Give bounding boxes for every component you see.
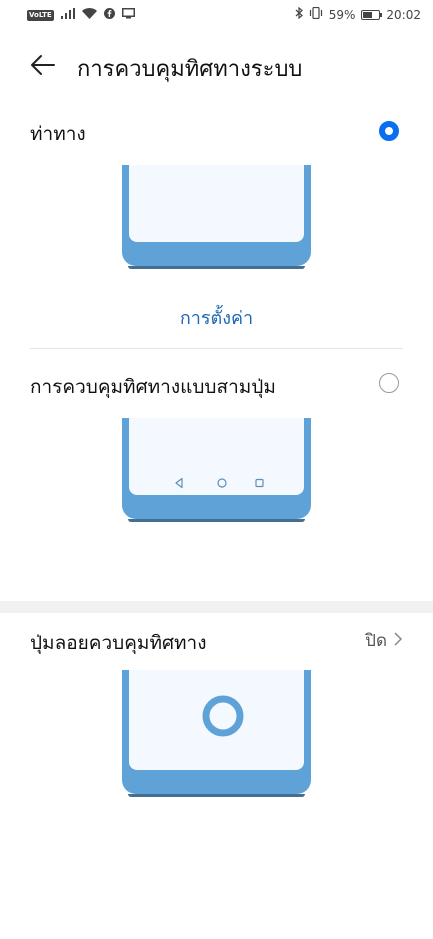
floating-dock-value: ปิด: [365, 631, 387, 651]
floating-dock-illustration: [122, 670, 311, 797]
back-arrow-icon[interactable]: [30, 52, 56, 78]
page-title: การควบคุมทิศทางระบบ: [77, 57, 303, 82]
screen-icon: [121, 8, 135, 22]
signal-icon: [60, 8, 75, 22]
divider: [30, 348, 403, 349]
section-gap: [0, 601, 433, 613]
gesture-illustration: [122, 165, 311, 269]
floating-dock-button-icon: [202, 695, 244, 737]
chevron-right-icon: [393, 631, 403, 646]
status-bar: VoLTE 59% 20:02: [0, 0, 433, 30]
nav-home-icon: [217, 478, 227, 488]
battery-percent: 59%: [328, 7, 356, 22]
option-three-key-label: การควบคุมทิศทางแบบสามปุ่ม: [30, 376, 276, 398]
wifi-icon: [81, 8, 97, 22]
three-key-illustration: [122, 418, 311, 522]
battery-icon: [361, 9, 383, 20]
bluetooth-icon: [295, 6, 303, 22]
clock: 20:02: [386, 7, 421, 22]
app-header: การควบคุมทิศทางระบบ: [0, 30, 433, 102]
gesture-settings-link[interactable]: การตั้งค่า: [0, 303, 433, 332]
vibrate-icon: [309, 6, 323, 22]
option-gestures-label: ท่าทาง: [30, 123, 86, 145]
floating-dock-label: ปุ่มลอยควบคุมทิศทาง: [30, 632, 207, 654]
facebook-icon: [103, 8, 115, 22]
nav-recents-icon: [255, 478, 264, 488]
volte-badge: VoLTE: [27, 9, 54, 21]
option-three-key-radio[interactable]: [379, 373, 399, 393]
option-gestures-radio[interactable]: [379, 121, 399, 141]
nav-back-icon: [175, 477, 183, 489]
